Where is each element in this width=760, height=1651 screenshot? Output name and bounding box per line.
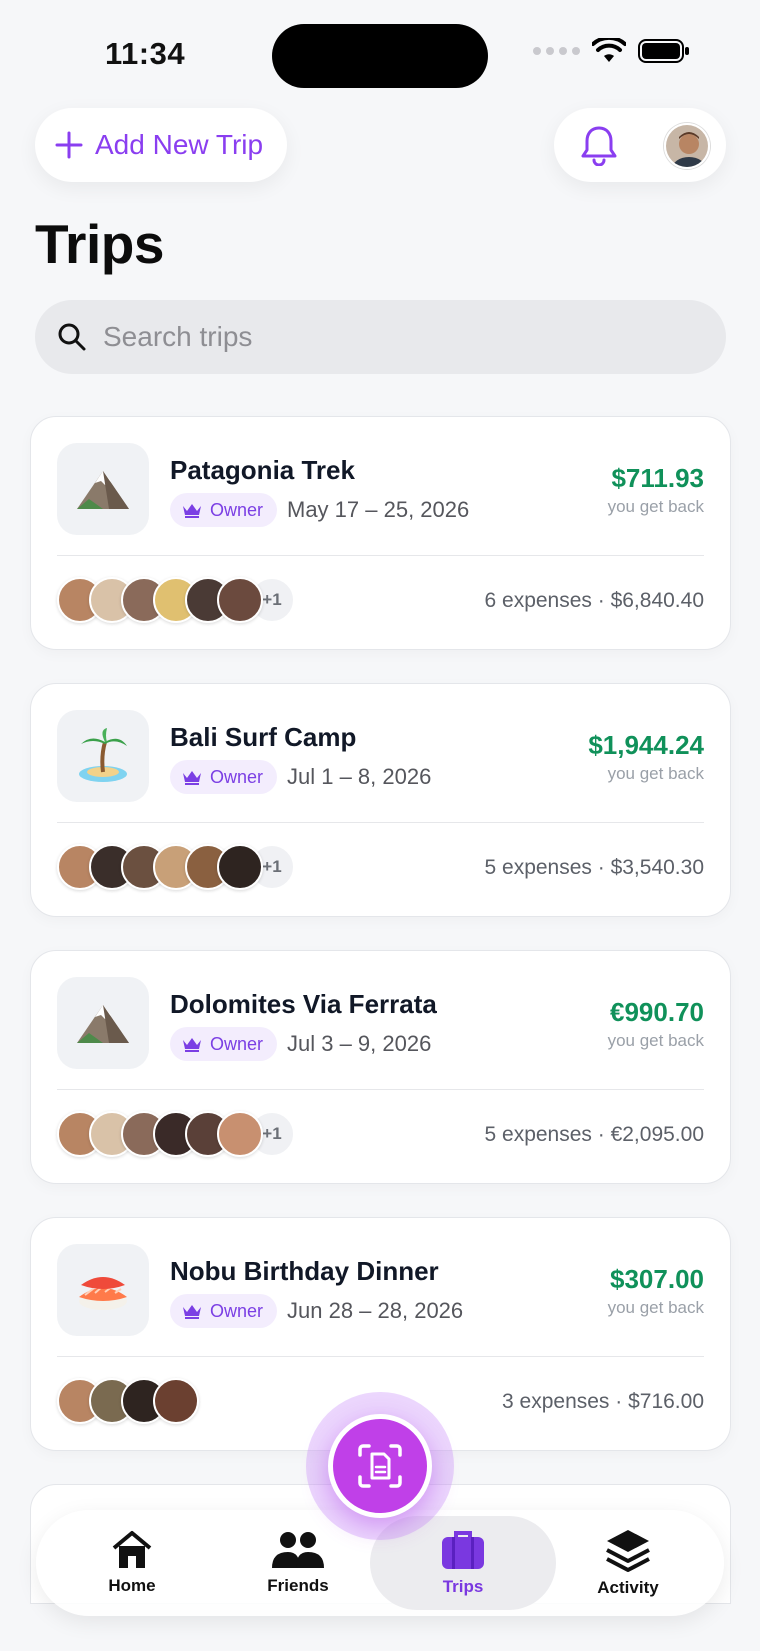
mountain-icon xyxy=(77,471,129,509)
expense-summary: 5 expenses · €2,095.00 xyxy=(484,1123,705,1146)
tab-activity[interactable]: Activity xyxy=(542,1510,714,1616)
owner-badge: Owner xyxy=(170,1294,278,1328)
scan-receipt-button[interactable] xyxy=(328,1414,432,1518)
notifications-button[interactable] xyxy=(576,122,622,168)
trip-card[interactable]: Patagonia Trek Owner May 17 – 25, 2026 $… xyxy=(30,416,731,650)
dynamic-island xyxy=(272,24,488,88)
trip-icon-box xyxy=(57,1244,149,1336)
expense-summary: 5 expenses · $3,540.30 xyxy=(484,856,705,879)
card-divider xyxy=(57,822,704,823)
tab-home[interactable]: Home xyxy=(46,1510,218,1616)
battery-icon xyxy=(638,39,689,63)
member-avatars: +1 xyxy=(57,577,295,623)
layers-icon xyxy=(606,1530,650,1572)
trip-name: Patagonia Trek xyxy=(170,455,355,485)
trip-balance-label: you get back xyxy=(607,1031,704,1050)
trip-dates: Jun 28 – 28, 2026 xyxy=(287,1298,464,1323)
tab-home-label: Home xyxy=(108,1576,156,1595)
mountain-icon xyxy=(77,1005,129,1043)
trip-balance: $307.00 xyxy=(610,1264,704,1294)
tab-friends-label: Friends xyxy=(267,1576,329,1595)
crown-icon xyxy=(183,504,201,518)
avatar xyxy=(217,844,263,890)
trip-balance: $711.93 xyxy=(611,463,704,493)
card-divider xyxy=(57,1089,704,1090)
trip-icon-box xyxy=(57,710,149,802)
status-bar: 11:34 xyxy=(0,0,760,100)
trip-card[interactable]: Dolomites Via Ferrata Owner Jul 3 – 9, 2… xyxy=(30,950,731,1184)
cellular-signal-icon xyxy=(533,47,580,55)
status-icons xyxy=(533,38,690,64)
owner-label: Owner xyxy=(210,766,264,787)
trip-name: Bali Surf Camp xyxy=(170,722,357,752)
card-divider xyxy=(57,555,704,556)
search-input[interactable] xyxy=(103,321,663,353)
trip-balance-label: you get back xyxy=(607,764,704,783)
owner-label: Owner xyxy=(210,1300,264,1321)
wifi-icon xyxy=(592,38,626,62)
owner-badge: Owner xyxy=(170,760,278,794)
scan-document-icon xyxy=(358,1444,402,1488)
owner-label: Owner xyxy=(210,1033,264,1054)
trip-icon-box xyxy=(57,443,149,535)
tab-activity-label: Activity xyxy=(597,1578,659,1597)
friends-icon xyxy=(272,1532,324,1568)
header-actions xyxy=(554,108,726,182)
trip-name: Nobu Birthday Dinner xyxy=(170,1256,439,1286)
expense-summary: 3 expenses · $716.00 xyxy=(502,1390,704,1413)
crown-icon xyxy=(183,1305,201,1319)
trip-balance: $1,944.24 xyxy=(588,730,704,760)
trip-balance-label: you get back xyxy=(607,497,704,516)
expense-summary: 6 expenses · $6,840.40 xyxy=(484,589,705,612)
owner-badge: Owner xyxy=(170,493,278,527)
owner-label: Owner xyxy=(210,499,264,520)
trip-icon-box xyxy=(57,977,149,1069)
add-new-trip-label: Add New Trip xyxy=(95,129,264,160)
trip-card[interactable]: Bali Surf Camp Owner Jul 1 – 8, 2026 $1,… xyxy=(30,683,731,917)
trip-dates: Jul 3 – 9, 2026 xyxy=(287,1031,432,1056)
page-title: Trips xyxy=(35,213,164,275)
trip-name: Dolomites Via Ferrata xyxy=(170,989,437,1019)
member-avatars: +1 xyxy=(57,1111,295,1157)
trip-dates: Jul 1 – 8, 2026 xyxy=(287,764,432,789)
member-avatars xyxy=(57,1378,199,1424)
home-icon xyxy=(112,1531,152,1568)
tab-trips-label: Trips xyxy=(442,1577,484,1596)
palm-island-icon xyxy=(79,728,127,782)
owner-badge: Owner xyxy=(170,1027,278,1061)
bell-icon xyxy=(581,126,617,166)
avatar xyxy=(153,1378,199,1424)
plus-icon xyxy=(55,131,83,159)
crown-icon xyxy=(183,1038,201,1052)
card-divider xyxy=(57,1356,704,1357)
avatar xyxy=(217,1111,263,1157)
member-avatars: +1 xyxy=(57,844,295,890)
avatar xyxy=(217,577,263,623)
add-new-trip-button[interactable]: Add New Trip xyxy=(35,108,287,182)
search-icon xyxy=(58,323,86,351)
status-time: 11:34 xyxy=(105,36,186,71)
trip-balance: €990.70 xyxy=(610,997,704,1027)
profile-avatar[interactable] xyxy=(664,123,710,169)
trip-balance-label: you get back xyxy=(607,1298,704,1317)
sushi-icon xyxy=(79,1277,127,1310)
search-bar[interactable] xyxy=(35,300,726,374)
crown-icon xyxy=(183,771,201,785)
suitcase-icon xyxy=(442,1531,484,1569)
trip-dates: May 17 – 25, 2026 xyxy=(287,497,470,522)
